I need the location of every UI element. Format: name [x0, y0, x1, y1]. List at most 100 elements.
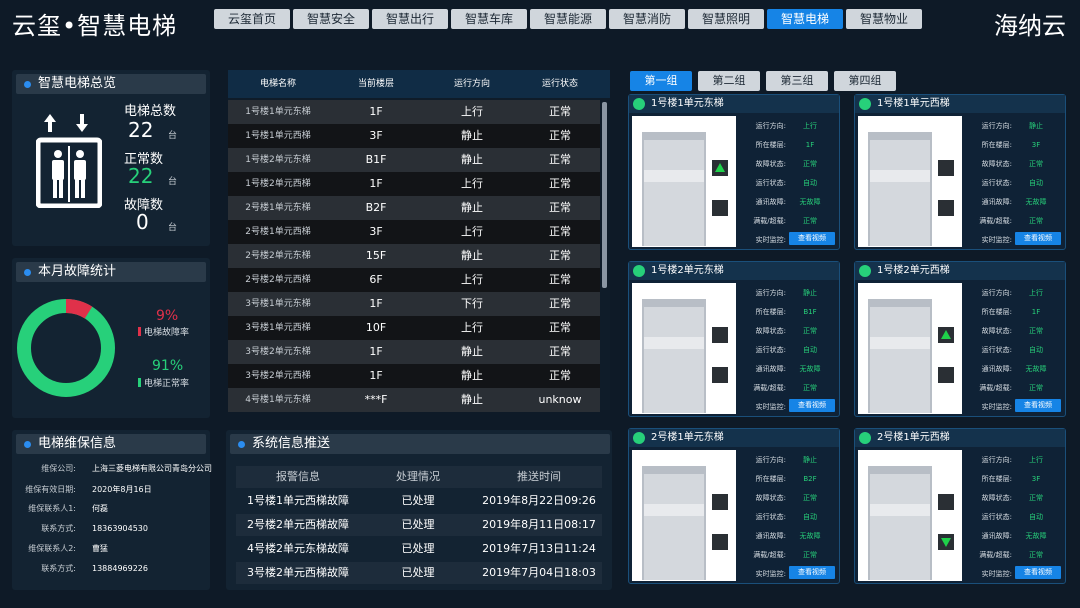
info-value: 静止: [803, 456, 817, 464]
table-cell: 3号楼2单元西梯: [245, 371, 311, 381]
info-key: 所在楼层:: [755, 475, 786, 483]
info-value: 自动: [803, 346, 817, 354]
card-info: 运行方向: 上行 所在楼层: 3F 故障状态: 正常 运行状态: 自动 通讯故障: 无故障 满载/超…: [962, 450, 1064, 581]
info-row: 满载/超载: 正常: [962, 547, 1064, 563]
table-cell: ***F: [364, 393, 388, 406]
info-row: 通讯故障: 无故障: [962, 361, 1064, 377]
message-cell: 3号楼2单元西梯故障: [247, 566, 349, 579]
nav-item-elevator[interactable]: 智慧电梯: [767, 9, 843, 29]
card-title: 1号楼1单元东梯: [629, 95, 839, 113]
view-video-button[interactable]: 查看视频: [789, 566, 835, 579]
info-key: 满载/超载:: [753, 384, 786, 392]
table-cell: 正常: [549, 129, 571, 142]
info-value: 自动: [803, 179, 817, 187]
status-dot-icon: [859, 432, 871, 444]
normal-value: 22: [128, 164, 154, 188]
message-row[interactable]: 4号楼2单元东梯故障 已处理 2019年7月13日11:24: [236, 538, 602, 560]
view-video-button[interactable]: 查看视频: [1015, 399, 1061, 412]
message-cell: 1号楼1单元西梯故障: [247, 494, 349, 507]
info-key: 故障状态:: [981, 327, 1012, 335]
elevator-card: 1号楼1单元西梯 运行方向: 静止 所在楼层: 3F 故障状态: 正常 运行状态: 自动 通讯故障…: [854, 94, 1066, 250]
info-value: 正常: [803, 384, 817, 392]
view-video-button[interactable]: 查看视频: [789, 232, 835, 245]
info-key: 通讯故障:: [755, 198, 786, 206]
table-scrollbar[interactable]: [602, 102, 607, 288]
table-cell: 1F: [369, 369, 383, 382]
door-band: [644, 504, 704, 516]
elevator-door-icon: [868, 299, 932, 413]
table-cell: 正常: [549, 369, 571, 382]
info-value: 无故障: [1025, 532, 1047, 540]
message-row[interactable]: 2号楼2单元西梯故障 已处理 2019年8月11日08:17: [236, 514, 602, 536]
nav-item-property[interactable]: 智慧物业: [846, 9, 922, 29]
table-cell: 15F: [365, 249, 387, 262]
nav-item-lighting[interactable]: 智慧照明: [688, 9, 764, 29]
table-row[interactable]: 3号楼1单元东梯 1F 下行 正常: [228, 292, 600, 316]
group-tab[interactable]: 第二组: [698, 71, 760, 91]
bullet-icon: [24, 441, 31, 448]
table-row[interactable]: 3号楼2单元东梯 1F 静止 正常: [228, 340, 600, 364]
message-row[interactable]: 1号楼1单元西梯故障 已处理 2019年8月22日09:26: [236, 490, 602, 512]
nav-item-garage[interactable]: 智慧车库: [451, 9, 527, 29]
table-cell: 正常: [549, 105, 571, 118]
table-cell: 正常: [549, 177, 571, 190]
message-row[interactable]: 3号楼2单元西梯故障 已处理 2019年7月04日18:03: [236, 562, 602, 584]
info-row: 通讯故障: 无故障: [736, 528, 838, 544]
door-right: [674, 140, 704, 246]
table-cell: 1F: [369, 105, 383, 118]
table-row[interactable]: 1号楼2单元西梯 1F 上行 正常: [228, 172, 600, 196]
maintenance-row: 维保联系人1: 何磊: [28, 504, 108, 513]
table-cell: 正常: [549, 321, 571, 334]
table-cell: 2号楼1单元东梯: [245, 203, 311, 213]
view-video-button[interactable]: 查看视频: [789, 399, 835, 412]
info-row: 运行方向: 静止: [736, 452, 838, 468]
view-video-button[interactable]: 查看视频: [1015, 566, 1061, 579]
nav-item-travel[interactable]: 智慧出行: [372, 9, 448, 29]
table-row[interactable]: 2号楼1单元西梯 3F 上行 正常: [228, 220, 600, 244]
table-row[interactable]: 2号楼2单元西梯 6F 上行 正常: [228, 268, 600, 292]
card-body: 运行方向: 上行 所在楼层: 1F 故障状态: 正常 运行状态: 自动 通讯故障: 无故障 满载/超…: [632, 116, 838, 247]
info-key: 故障状态:: [981, 160, 1012, 168]
table-cell: 静止: [461, 129, 483, 142]
view-video-button[interactable]: 查看视频: [1015, 232, 1061, 245]
info-value: 上行: [1029, 456, 1043, 464]
fault-value: 0: [136, 210, 149, 234]
table-cell: 1F: [369, 177, 383, 190]
table-row[interactable]: 2号楼1单元东梯 B2F 静止 正常: [228, 196, 600, 220]
info-key: 满载/超载:: [979, 384, 1012, 392]
nav-item-home[interactable]: 云玺首页: [214, 9, 290, 29]
table-row[interactable]: 2号楼2单元东梯 15F 静止 正常: [228, 244, 600, 268]
nav-item-fire[interactable]: 智慧消防: [609, 9, 685, 29]
group-tab[interactable]: 第三组: [766, 71, 828, 91]
table-cell: 4号楼1单元东梯: [245, 395, 311, 405]
info-row: 运行状态: 自动: [962, 342, 1064, 358]
down-indicator-icon: [712, 534, 728, 550]
door-left: [644, 307, 674, 413]
nav-item-security[interactable]: 智慧安全: [293, 9, 369, 29]
overview-panel: 智慧电梯总览 电梯总数 22 台 正常数 22 台 故障数 0 台: [12, 70, 210, 246]
fault-stats-panel: 本月故障统计 9% 电梯故障率 91% 电梯正常率: [12, 258, 210, 418]
info-row: 运行方向: 上行: [962, 452, 1064, 468]
table-row[interactable]: 1号楼1单元东梯 1F 上行 正常: [228, 100, 600, 124]
info-value: 自动: [1029, 513, 1043, 521]
maintenance-title: 电梯维保信息: [16, 434, 206, 454]
maintenance-row: 维保有效日期: 2020年8月16日: [25, 485, 152, 494]
table-row[interactable]: 3号楼1单元西梯 10F 上行 正常: [228, 316, 600, 340]
info-key: 故障状态:: [981, 494, 1012, 502]
info-key: 运行状态:: [755, 179, 786, 187]
table-row[interactable]: 4号楼1单元东梯 ***F 静止 unknow: [228, 388, 600, 412]
table-header: 电梯名称 当前楼层 运行方向 运行状态: [228, 70, 610, 98]
info-row: 运行状态: 自动: [736, 342, 838, 358]
fault-donut-chart: [17, 299, 115, 397]
info-value: 正常: [1029, 160, 1043, 168]
group-tab[interactable]: 第一组: [630, 71, 692, 91]
info-key: 运行方向:: [755, 289, 786, 297]
table-cell: B2F: [365, 201, 387, 214]
table-cell: 2号楼2单元西梯: [245, 275, 311, 285]
nav-item-energy[interactable]: 智慧能源: [530, 9, 606, 29]
group-tab[interactable]: 第四组: [834, 71, 896, 91]
table-row[interactable]: 1号楼1单元西梯 3F 静止 正常: [228, 124, 600, 148]
table-row[interactable]: 1号楼2单元东梯 B1F 静止 正常: [228, 148, 600, 172]
door-band: [870, 337, 930, 349]
table-row[interactable]: 3号楼2单元西梯 1F 静止 正常: [228, 364, 600, 388]
